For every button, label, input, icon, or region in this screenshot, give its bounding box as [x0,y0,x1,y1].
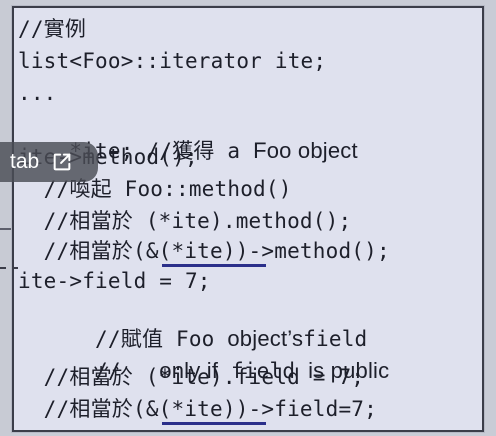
underline-2 [162,422,266,425]
code-line-2: list<Foo>::iterator ite; [18,49,327,73]
tab-chip[interactable]: tab [0,142,98,182]
dashed-separator [0,267,18,269]
left-tick-mark [0,228,12,230]
code-line-8: //相當於(&(*ite))->method(); [18,239,390,263]
open-external-icon[interactable] [51,151,73,173]
code-line-13: //相當於(&(*ite))->field=7; [18,397,377,421]
code-line-12: //相當於 (*ite).field = 7; [18,365,365,389]
code-line-7: //相當於 (*ite).method(); [18,209,352,233]
foo-object-text: Foo object [253,138,358,163]
code-line-1: //實例 [18,17,87,41]
code-line-3: ... [18,81,57,105]
code-line-9: ite->field = 7; [18,269,211,293]
code-panel: //實例 list<Foo>::iterator ite; ... *ite; … [12,6,484,432]
underline-1 [162,264,266,267]
tab-chip-label: tab [10,150,40,173]
